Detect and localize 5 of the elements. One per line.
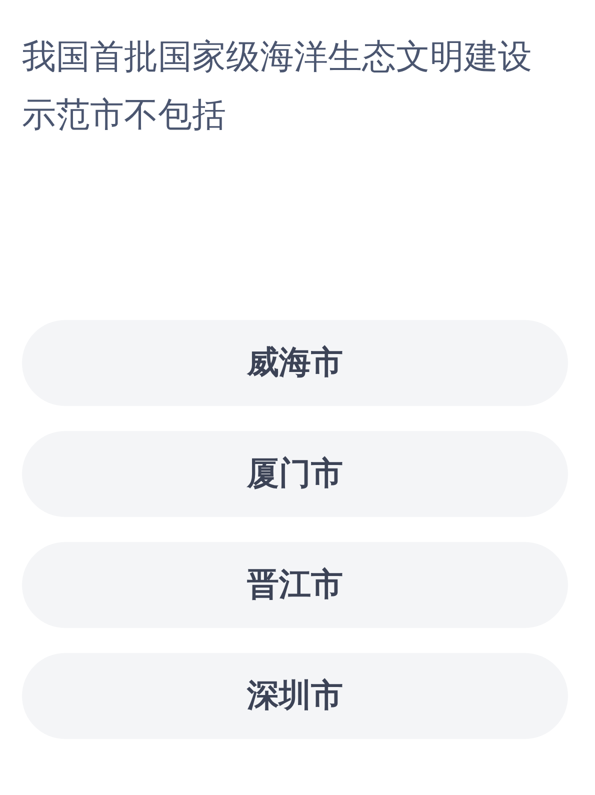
- question-text: 我国首批国家级海洋生态文明建设示范市不包括: [22, 36, 533, 137]
- answer-option[interactable]: 厦门市: [22, 431, 568, 517]
- answer-option[interactable]: 晋江市: [22, 542, 568, 628]
- answer-option[interactable]: 威海市: [22, 320, 568, 406]
- answer-option[interactable]: 深圳市: [22, 653, 568, 739]
